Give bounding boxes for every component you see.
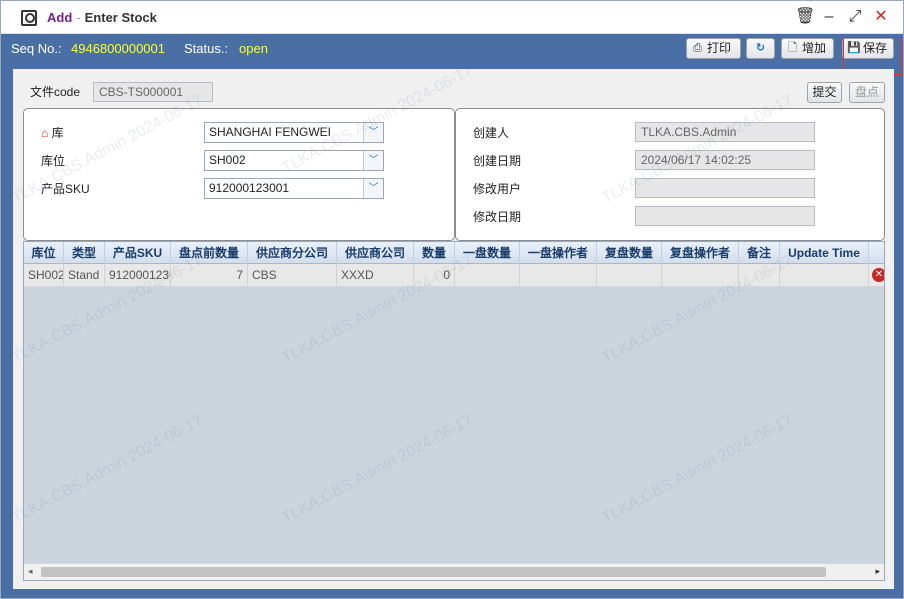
- doc-code-label: 文件code: [30, 85, 81, 99]
- warehouse-select[interactable]: SHANGHAI FENGWEI ﹀: [204, 122, 384, 143]
- submit-button[interactable]: 提交: [807, 82, 842, 103]
- count-button[interactable]: 盘点: [849, 82, 885, 103]
- modifier-label: 修改用户: [473, 182, 522, 196]
- table-cell[interactable]: [597, 264, 662, 286]
- add-doc-icon: 🗋: [788, 42, 797, 54]
- enter-stock-window: Add - Enter Stock 🗑 – ⤢ ✕ Seq No.: 4946800…: [0, 0, 904, 599]
- print-button[interactable]: ⎙ 打印: [686, 38, 741, 59]
- chevron-down-icon[interactable]: ﹀: [363, 123, 383, 142]
- table-cell[interactable]: XXXD: [337, 264, 414, 286]
- trash-icon[interactable]: 🗑: [795, 7, 815, 27]
- table-cell[interactable]: 7: [171, 264, 248, 286]
- location-select[interactable]: SH002 ﹀: [204, 150, 384, 171]
- title-separator: -: [76, 10, 81, 25]
- table-row[interactable]: SH002Stand9120001230017CBSXXXD0: [24, 264, 884, 287]
- title-main: Enter Stock: [84, 10, 157, 25]
- sku-label: 产品SKU: [41, 182, 90, 196]
- modified-date-label: 修改日期: [473, 210, 522, 224]
- title-bar: Add - Enter Stock 🗑 – ⤢ ✕: [1, 1, 903, 34]
- location-value: SH002: [209, 153, 246, 167]
- column-header[interactable]: 数量: [414, 242, 455, 264]
- seq-value: 4946800000001: [71, 41, 165, 56]
- column-header[interactable]: 复盘操作者: [662, 242, 739, 264]
- table-cell[interactable]: [520, 264, 597, 286]
- window-title: Add - Enter Stock: [47, 10, 157, 25]
- column-header[interactable]: 供应商公司: [337, 242, 414, 264]
- location-label: 库位: [41, 154, 66, 168]
- created-date-field[interactable]: 2024/06/17 14:02:25: [635, 150, 815, 170]
- column-header[interactable]: 库位: [24, 242, 64, 264]
- refresh-icon: ↻: [755, 42, 766, 54]
- column-header[interactable]: 复盘数量: [597, 242, 662, 264]
- search-doc-icon: [21, 10, 37, 26]
- column-header[interactable]: Update Time: [780, 242, 869, 264]
- info-bar: Seq No.: 4946800000001 Status.: open ⎙ 打印…: [1, 34, 903, 62]
- column-header[interactable]: 一盘数量: [455, 242, 520, 264]
- table-cell[interactable]: [780, 264, 869, 286]
- maximize-icon[interactable]: ⤢: [845, 7, 865, 27]
- add-button[interactable]: 🗋 增加: [781, 38, 834, 59]
- creator-label: 创建人: [473, 126, 510, 140]
- warehouse-label-text: 库: [51, 126, 64, 140]
- print-label: 打印: [707, 41, 732, 55]
- horizontal-scrollbar[interactable]: ◂ ▸: [24, 563, 884, 580]
- printer-icon: ⎙: [693, 42, 702, 54]
- created-date-label: 创建日期: [473, 154, 522, 168]
- table-cell[interactable]: 912000123001: [105, 264, 171, 286]
- title-prefix: Add: [47, 10, 73, 25]
- table-cell[interactable]: 0: [414, 264, 455, 286]
- column-header[interactable]: 类型: [64, 242, 105, 264]
- refresh-button[interactable]: ↻: [746, 38, 775, 59]
- status-label: Status.:: [184, 41, 229, 56]
- seq-label: Seq No.:: [11, 41, 62, 56]
- table-cell[interactable]: SH002: [24, 264, 64, 286]
- modified-date-field[interactable]: [635, 206, 815, 226]
- column-header[interactable]: 盘点前数量: [171, 242, 248, 264]
- table-cell[interactable]: [662, 264, 739, 286]
- left-form-panel: ⌂ 库 SHANGHAI FENGWEI ﹀ 库位 SH002 ﹀ 产品SKU 91…: [23, 108, 455, 241]
- sku-select[interactable]: 912000123001 ﹀: [204, 178, 384, 199]
- scrollbar-thumb[interactable]: [41, 567, 826, 577]
- close-icon[interactable]: ✕: [871, 7, 891, 27]
- table-cell[interactable]: [455, 264, 520, 286]
- column-header[interactable]: 一盘操作者: [520, 242, 597, 264]
- delete-row-icon[interactable]: ✕: [872, 268, 884, 282]
- required-icon: ⌂: [41, 126, 49, 140]
- sku-value: 912000123001: [209, 181, 290, 195]
- warehouse-label: ⌂ 库: [41, 124, 64, 141]
- add-label: 增加: [802, 41, 827, 55]
- scroll-right-icon[interactable]: ▸: [875, 566, 880, 577]
- modifier-field[interactable]: [635, 178, 815, 198]
- form-body: 文件code CBS-TS000001 提交 盘点 ⌂ 库 SHANGHAI F…: [13, 69, 894, 589]
- table-cell[interactable]: CBS: [248, 264, 337, 286]
- scroll-left-icon[interactable]: ◂: [28, 566, 33, 577]
- stock-grid: 库位 类型 产品SKU 盘点前数量 供应商分公司 供应商公司 数量 一盘数量 一盘操作者 复盘数量…: [23, 241, 885, 581]
- grid-header: 库位 类型 产品SKU 盘点前数量 供应商分公司 供应商公司 数量 一盘数量 一盘操作者 复盘数量…: [24, 242, 884, 264]
- table-cell[interactable]: [739, 264, 780, 286]
- right-form-panel: 创建人 TLKA.CBS.Admin 创建日期 2024/06/17 14:02…: [455, 108, 885, 241]
- warehouse-value: SHANGHAI FENGWEI: [209, 125, 332, 139]
- doc-code-field[interactable]: CBS-TS000001: [93, 82, 213, 102]
- column-header[interactable]: 供应商分公司: [248, 242, 337, 264]
- chevron-down-icon[interactable]: ﹀: [363, 179, 383, 198]
- chevron-down-icon[interactable]: ﹀: [363, 151, 383, 170]
- creator-field[interactable]: TLKA.CBS.Admin: [635, 122, 815, 142]
- column-header[interactable]: 备注: [739, 242, 780, 264]
- minimize-icon[interactable]: –: [819, 7, 839, 27]
- table-cell[interactable]: Stand: [64, 264, 105, 286]
- column-header[interactable]: 产品SKU: [105, 242, 171, 264]
- status-value: open: [239, 41, 268, 56]
